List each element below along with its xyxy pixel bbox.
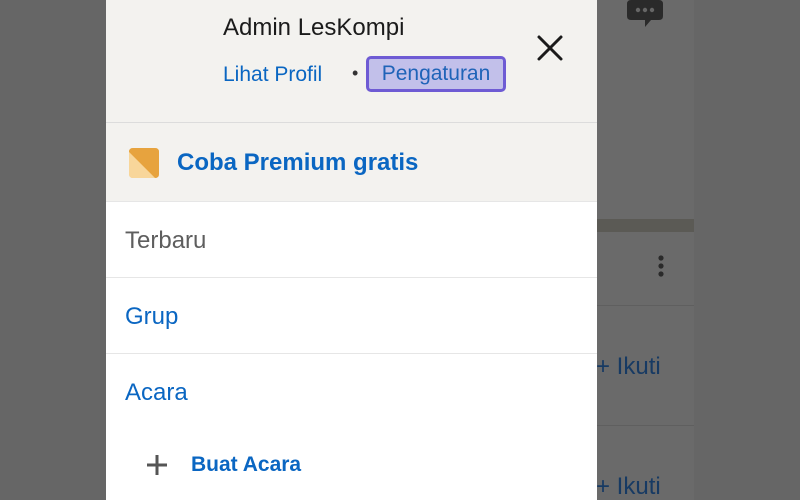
background-divider bbox=[597, 219, 694, 232]
menu-item-label: Terbaru bbox=[125, 227, 207, 254]
create-event-button[interactable]: Buat Acara bbox=[106, 432, 597, 500]
view-profile-link[interactable]: Lihat Profil bbox=[223, 60, 322, 90]
close-icon[interactable] bbox=[534, 32, 566, 64]
chat-bubble-icon[interactable] bbox=[627, 0, 663, 28]
drawer-header: Admin LesKompi Lihat Profil • Pengaturan bbox=[106, 0, 597, 123]
try-premium-item[interactable]: Coba Premium gratis bbox=[106, 123, 597, 202]
background-separator bbox=[597, 425, 694, 426]
plus-icon bbox=[147, 455, 167, 475]
follow-button[interactable]: + Ikuti bbox=[596, 352, 696, 382]
navigation-drawer: Admin LesKompi Lihat Profil • Pengaturan… bbox=[106, 0, 597, 500]
follow-button[interactable]: + Ikuti bbox=[596, 472, 696, 500]
background-separator bbox=[597, 305, 694, 306]
menu-item-label: Acara bbox=[125, 379, 188, 406]
premium-icon bbox=[129, 148, 159, 178]
menu-item-events[interactable]: Acara bbox=[106, 354, 597, 430]
create-event-label: Buat Acara bbox=[191, 453, 302, 476]
separator-dot: • bbox=[352, 63, 359, 83]
try-premium-label: Coba Premium gratis bbox=[177, 149, 419, 176]
settings-link[interactable]: Pengaturan bbox=[366, 56, 506, 92]
more-vertical-icon[interactable] bbox=[656, 254, 666, 280]
menu-item-label: Grup bbox=[125, 303, 179, 330]
user-name: Admin LesKompi bbox=[223, 14, 405, 41]
menu-item-recent: Terbaru bbox=[106, 202, 597, 278]
screen: + Ikuti + Ikuti Admin LesKompi Lihat Pro… bbox=[0, 0, 800, 500]
menu-item-groups[interactable]: Grup bbox=[106, 278, 597, 354]
